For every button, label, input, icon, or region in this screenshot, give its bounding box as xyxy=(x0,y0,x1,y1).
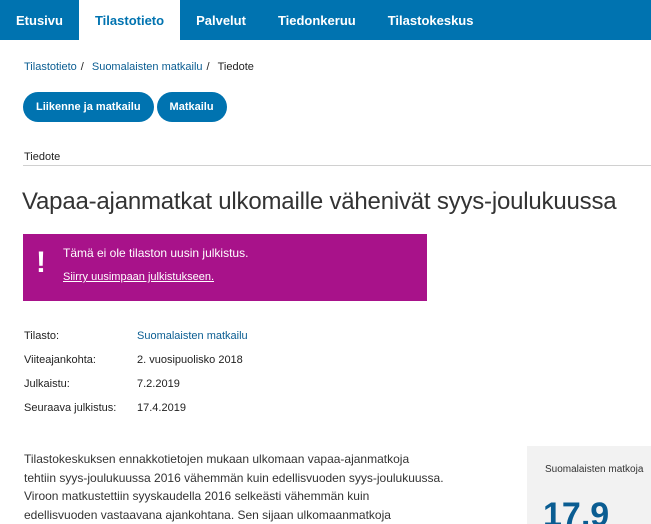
top-navigation: Etusivu Tilastotieto Palvelut Tiedonkeru… xyxy=(0,0,651,40)
meta-value: 7.2.2019 xyxy=(137,378,180,390)
release-metadata: Tilasto: Suomalaisten matkailu Viiteajan… xyxy=(24,324,248,420)
meta-row-viiteajankohta: Viiteajankohta: 2. vuosipuolisko 2018 xyxy=(24,348,248,372)
pill-matkailu[interactable]: Matkailu xyxy=(156,92,227,122)
key-figure-box: Suomalaisten matkoja 17,9 xyxy=(527,446,651,524)
meta-row-seuraava: Seuraava julkistus: 17.4.2019 xyxy=(24,396,248,420)
breadcrumb-link-suomalaisten-matkailu[interactable]: Suomalaisten matkailu xyxy=(92,61,203,73)
breadcrumb-current: Tiedote xyxy=(217,61,254,73)
meta-value: 17.4.2019 xyxy=(137,402,186,414)
divider xyxy=(23,165,651,166)
breadcrumb-separator: / xyxy=(80,61,84,73)
meta-key: Tilasto: xyxy=(24,330,60,342)
outdated-release-alert: ! Tämä ei ole tilaston uusin julkistus. … xyxy=(23,234,427,301)
tab-tilastokeskus[interactable]: Tilastokeskus xyxy=(372,0,490,40)
latest-release-link[interactable]: Siirry uusimpaan julkistukseen. xyxy=(63,271,214,283)
statistic-link[interactable]: Suomalaisten matkailu xyxy=(137,330,248,342)
meta-row-tilasto: Tilasto: Suomalaisten matkailu xyxy=(24,324,248,348)
meta-row-julkaistu: Julkaistu: 7.2.2019 xyxy=(24,372,248,396)
breadcrumb-separator: / xyxy=(206,61,210,73)
breadcrumb-link-tilastotieto[interactable]: Tilastotieto xyxy=(24,61,77,73)
alert-message: Tämä ei ole tilaston uusin julkistus. xyxy=(63,246,249,260)
key-figure-label: Suomalaisten matkoja xyxy=(545,464,644,475)
meta-key: Seuraava julkistus: xyxy=(24,402,117,414)
tab-tiedonkeruu[interactable]: Tiedonkeruu xyxy=(262,0,372,40)
pill-liikenne-ja-matkailu[interactable]: Liikenne ja matkailu xyxy=(23,92,154,122)
meta-key: Julkaistu: xyxy=(24,378,70,390)
key-figure-value: 17,9 xyxy=(543,496,610,524)
page-title: Vapaa-ajanmatkat ulkomaille vähenivät sy… xyxy=(22,188,617,215)
section-label: Tiedote xyxy=(24,151,61,163)
tab-etusivu[interactable]: Etusivu xyxy=(0,0,79,40)
meta-value: 2. vuosipuolisko 2018 xyxy=(137,354,243,366)
tab-palvelut[interactable]: Palvelut xyxy=(180,0,262,40)
article-body: Tilastokeskuksen ennakkotietojen mukaan … xyxy=(24,452,444,522)
breadcrumb: Tilastotieto / Suomalaisten matkailu / T… xyxy=(24,61,254,73)
topic-pills: Liikenne ja matkailu Matkailu xyxy=(23,92,227,122)
meta-key: Viiteajankohta: xyxy=(24,354,96,366)
exclamation-icon: ! xyxy=(36,246,46,279)
tab-tilastotieto[interactable]: Tilastotieto xyxy=(78,0,181,40)
